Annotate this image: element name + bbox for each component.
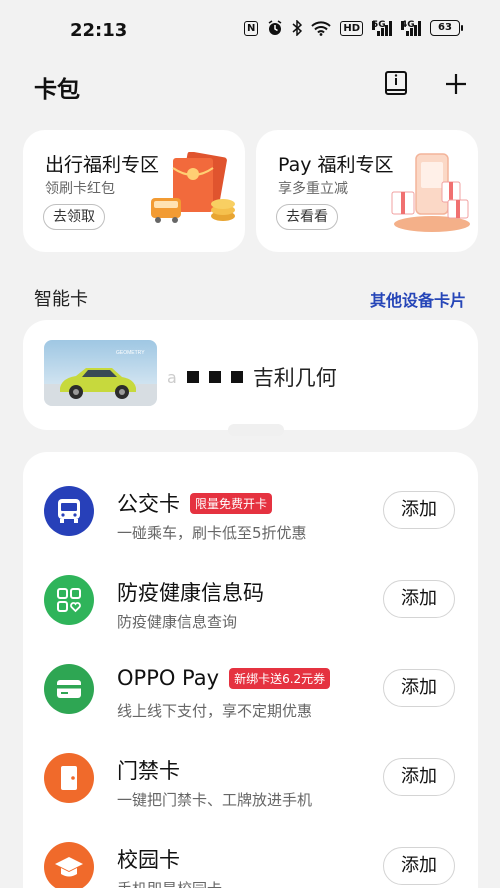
claim-button[interactable]: 去领取 — [43, 204, 105, 230]
carousel-indicator — [228, 424, 284, 436]
promo-title: Pay 福利专区 — [278, 154, 394, 176]
promo-subtitle: 享多重立减 — [278, 181, 348, 197]
battery-icon: 63 — [430, 20, 463, 36]
health-code-icon — [44, 575, 94, 625]
redaction-mark — [230, 371, 243, 383]
card-brand-logo: GEOMETRY — [116, 350, 145, 356]
gift-phone-icon — [391, 153, 470, 232]
card-book-icon — [385, 71, 407, 95]
service-list: 公交卡 限量免费开卡 一碰乘车，刷卡低至5折优惠 添加 防疫健康信息码 防疫健康… — [23, 452, 478, 888]
status-time: 22:13 — [70, 20, 128, 41]
list-item-bus-card[interactable]: 公交卡 限量免费开卡 一碰乘车，刷卡低至5折优惠 添加 — [23, 482, 478, 571]
status-bar: 22:13 N HD 5G 4G 63 — [0, 0, 500, 60]
add-health-code-button[interactable]: 添加 — [383, 580, 455, 618]
promo-subtitle: 领刷卡红包 — [45, 181, 115, 197]
add-oppo-pay-button[interactable]: 添加 — [383, 669, 455, 707]
list-item-oppo-pay[interactable]: OPPO Pay 新绑卡送6.2元券 线上线下支付，享不定期优惠 添加 — [23, 660, 478, 749]
card-book-button[interactable] — [378, 66, 414, 102]
add-bus-card-button[interactable]: 添加 — [383, 491, 455, 529]
redaction-mark — [186, 371, 199, 383]
signal-icon-sim1: 5G — [372, 20, 392, 36]
item-title: 公交卡 — [117, 492, 180, 516]
door-icon — [44, 753, 94, 803]
item-subtitle: 防疫健康信息查询 — [117, 613, 238, 631]
graduation-cap-icon — [44, 842, 94, 888]
pay-promo-card[interactable]: Pay 福利专区 享多重立减 去看看 — [256, 130, 478, 252]
list-item-health-code[interactable]: 防疫健康信息码 防疫健康信息查询 添加 — [23, 571, 478, 660]
blurred-text: a — [167, 367, 177, 387]
signal-icon-sim2: 4G — [401, 20, 421, 36]
item-subtitle: 手机即是校园卡 — [117, 878, 222, 888]
view-button[interactable]: 去看看 — [276, 204, 338, 230]
smart-card-item[interactable]: GEOMETRY a 吉利几何 — [23, 320, 478, 430]
promo-tag: 新绑卡送6.2元券 — [229, 667, 331, 689]
redaction-mark — [208, 371, 221, 383]
section-title: 智能卡 — [34, 289, 88, 310]
add-card-button[interactable] — [438, 66, 474, 102]
promo-tag: 限量免费开卡 — [190, 492, 273, 514]
other-devices-link[interactable]: 其他设备卡片 — [370, 287, 466, 311]
page-title: 卡包 — [34, 77, 80, 103]
promo-title: 出行福利专区 — [45, 154, 160, 176]
nfc-icon: N — [243, 20, 259, 36]
bluetooth-icon — [292, 20, 303, 36]
car-key-card-image: GEOMETRY — [44, 340, 157, 406]
item-subtitle: 一键把门禁卡、工牌放进手机 — [117, 791, 313, 809]
item-title: 门禁卡 — [117, 759, 180, 783]
add-access-card-button[interactable]: 添加 — [383, 758, 455, 796]
plus-icon — [446, 74, 466, 94]
item-title: OPPO Pay — [117, 666, 220, 690]
bus-icon — [44, 486, 94, 536]
add-campus-card-button[interactable]: 添加 — [383, 847, 455, 885]
list-item-campus-card[interactable]: 校园卡 手机即是校园卡 添加 — [23, 838, 478, 888]
item-subtitle: 一碰乘车，刷卡低至5折优惠 — [117, 524, 307, 542]
list-item-access-card[interactable]: 门禁卡 一键把门禁卡、工牌放进手机 添加 — [23, 749, 478, 838]
item-subtitle: 线上线下支付，享不定期优惠 — [117, 702, 313, 720]
item-title: 校园卡 — [117, 848, 180, 872]
card-name: a 吉利几何 — [167, 362, 337, 392]
travel-promo-card[interactable]: 出行福利专区 领刷卡红包 去领取 — [23, 130, 245, 252]
alarm-icon — [268, 20, 282, 35]
hd-icon: HD — [340, 20, 363, 36]
card-name-text: 吉利几何 — [252, 366, 337, 390]
bank-card-icon — [44, 664, 94, 714]
wifi-icon — [311, 20, 332, 36]
red-envelope-icon — [151, 152, 235, 223]
status-icons: N HD 5G 4G 63 — [243, 20, 463, 36]
item-title: 防疫健康信息码 — [117, 581, 264, 605]
